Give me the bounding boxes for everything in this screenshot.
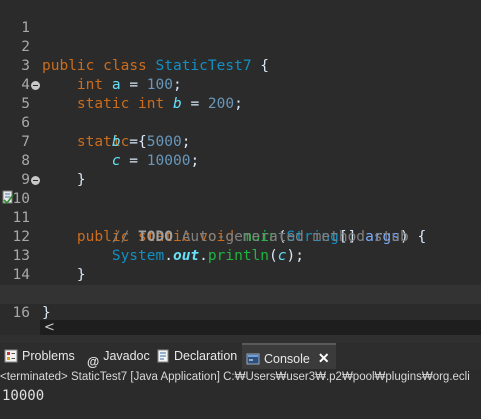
horizontal-scrollbar[interactable]: <: [40, 320, 481, 335]
console-view[interactable]: <terminated> StaticTest7 [Java Applicati…: [0, 369, 481, 419]
tab-javadoc-label: Javadoc: [103, 349, 150, 363]
code-line: 4 static int b = 200;: [0, 57, 481, 112]
close-icon[interactable]: ✕: [318, 345, 330, 371]
code-editor[interactable]: 1 2 public class StaticTest7 { 3 int a =…: [0, 0, 481, 321]
code-line: 9: [0, 152, 481, 188]
code-line-current[interactable]: 16: [0, 285, 481, 321]
console-status-text: <terminated> StaticTest7 [Java Applicati…: [0, 369, 481, 386]
code-line: 6 b = 5000;: [0, 95, 481, 150]
code-line: 3 int a = 100;: [0, 38, 481, 93]
console-icon: [246, 353, 260, 365]
code-line: 10 public static void main(String[] args…: [0, 171, 481, 245]
tab-problems[interactable]: Problems: [4, 343, 75, 369]
tab-problems-label: Problems: [22, 349, 75, 363]
task-marker-icon[interactable]: [2, 190, 14, 204]
tab-console[interactable]: Console ✕: [242, 343, 336, 369]
code-line: 13 }: [0, 228, 481, 283]
code-line: 8 }: [0, 133, 481, 188]
tab-javadoc[interactable]: @ Javadoc: [87, 343, 150, 369]
code-line: 7 c = 10000;: [0, 114, 481, 169]
fold-collapse-icon[interactable]: [31, 176, 40, 185]
declaration-icon: [157, 349, 169, 363]
code-line: 15 }: [0, 266, 481, 321]
tab-console-label: Console: [264, 352, 310, 366]
tab-declaration[interactable]: Declaration: [156, 343, 237, 369]
views-tab-bar: Problems @ Javadoc Declaration Console ✕: [0, 343, 481, 369]
code-line: 14 static int c;: [0, 247, 481, 302]
code-line: 11 // TODO Auto-generated method stub: [0, 190, 481, 245]
problems-icon: [4, 349, 18, 363]
javadoc-icon: @: [87, 354, 100, 369]
code-line: 12 System.out.println(c);: [0, 209, 481, 264]
code-line: 2 public class StaticTest7 {: [0, 19, 481, 74]
scroll-left-icon[interactable]: <: [44, 320, 55, 335]
code-line: 1: [0, 0, 481, 36]
view-sash[interactable]: [0, 335, 481, 343]
tab-declaration-label: Declaration: [174, 349, 238, 363]
fold-collapse-icon[interactable]: [31, 81, 40, 90]
console-output: 10000: [2, 388, 45, 404]
code-line: 5 static {: [0, 76, 481, 150]
editor-scroll-gutter: [0, 320, 40, 335]
editor-lines: 1 2 public class StaticTest7 { 3 int a =…: [0, 0, 481, 321]
